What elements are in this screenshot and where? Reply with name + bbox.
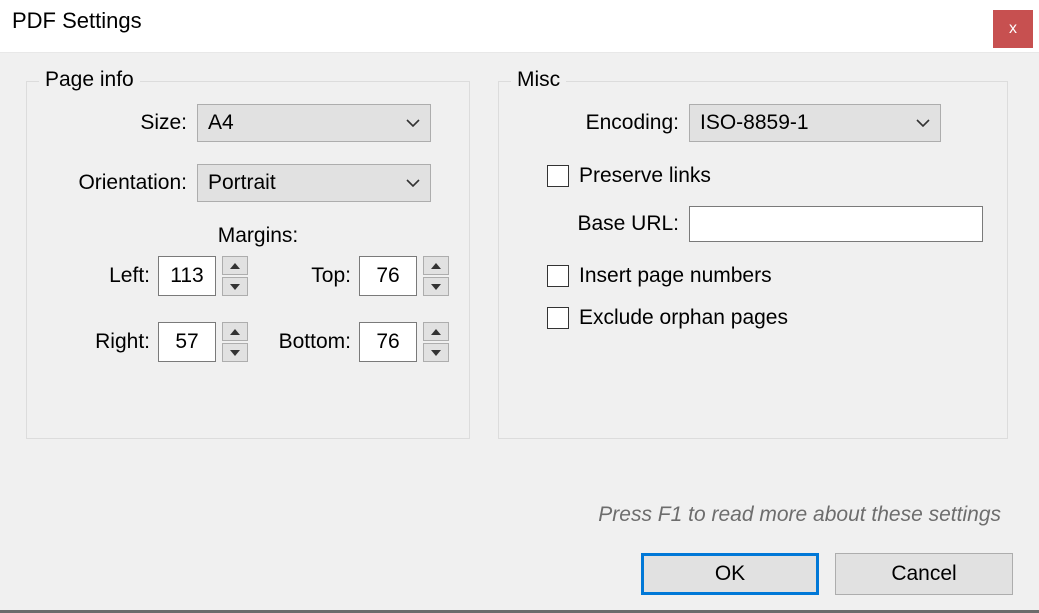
- orientation-label: Orientation:: [47, 171, 187, 195]
- window-title: PDF Settings: [12, 8, 142, 34]
- chevron-down-icon: [406, 179, 420, 187]
- dialog-buttons: OK Cancel: [641, 553, 1013, 595]
- size-label: Size:: [47, 111, 187, 135]
- margins-grid: Left: Top: Right:: [47, 256, 449, 362]
- margin-right-label: Right:: [95, 330, 150, 354]
- margin-top-label: Top:: [311, 264, 351, 288]
- chevron-down-icon: [406, 119, 420, 127]
- insert-page-numbers-label: Insert page numbers: [579, 264, 772, 288]
- margin-bottom-input[interactable]: [359, 322, 417, 362]
- margin-top-down[interactable]: [423, 277, 449, 296]
- margin-left-label: Left:: [109, 264, 150, 288]
- margin-bottom-up[interactable]: [423, 322, 449, 341]
- margin-left-input[interactable]: [158, 256, 216, 296]
- margin-left-down[interactable]: [222, 277, 248, 296]
- size-combobox[interactable]: A4: [197, 104, 431, 142]
- margins-label: Margins:: [47, 224, 449, 248]
- encoding-value: ISO-8859-1: [700, 111, 906, 135]
- misc-group: Misc Encoding: ISO-8859-1 Preserve links…: [498, 81, 1008, 439]
- preserve-links-checkbox[interactable]: [547, 165, 569, 187]
- encoding-combobox[interactable]: ISO-8859-1: [689, 104, 941, 142]
- page-info-group: Page info Size: A4 Orientation: Portrait: [26, 81, 470, 439]
- base-url-input[interactable]: [689, 206, 983, 242]
- page-info-legend: Page info: [39, 68, 140, 92]
- ok-button[interactable]: OK: [641, 553, 819, 595]
- margin-bottom-down[interactable]: [423, 343, 449, 362]
- margin-bottom-label: Bottom:: [279, 330, 351, 354]
- close-button[interactable]: x: [993, 10, 1033, 48]
- exclude-orphan-checkbox[interactable]: [547, 307, 569, 329]
- chevron-down-icon: [916, 119, 930, 127]
- dialog-body: Page info Size: A4 Orientation: Portrait: [0, 52, 1039, 613]
- misc-legend: Misc: [511, 68, 566, 92]
- orientation-value: Portrait: [208, 171, 396, 195]
- hint-text: Press F1 to read more about these settin…: [598, 503, 1001, 527]
- title-bar: PDF Settings x: [0, 0, 1039, 52]
- insert-page-numbers-checkbox[interactable]: [547, 265, 569, 287]
- margin-top-up[interactable]: [423, 256, 449, 275]
- base-url-label: Base URL:: [519, 212, 679, 236]
- size-value: A4: [208, 111, 396, 135]
- encoding-label: Encoding:: [519, 111, 679, 135]
- close-icon: x: [1009, 20, 1017, 38]
- margin-top-input[interactable]: [359, 256, 417, 296]
- margin-right-down[interactable]: [222, 343, 248, 362]
- margin-right-input[interactable]: [158, 322, 216, 362]
- exclude-orphan-label: Exclude orphan pages: [579, 306, 788, 330]
- margin-right-up[interactable]: [222, 322, 248, 341]
- preserve-links-label: Preserve links: [579, 164, 711, 188]
- orientation-combobox[interactable]: Portrait: [197, 164, 431, 202]
- cancel-button[interactable]: Cancel: [835, 553, 1013, 595]
- margin-left-up[interactable]: [222, 256, 248, 275]
